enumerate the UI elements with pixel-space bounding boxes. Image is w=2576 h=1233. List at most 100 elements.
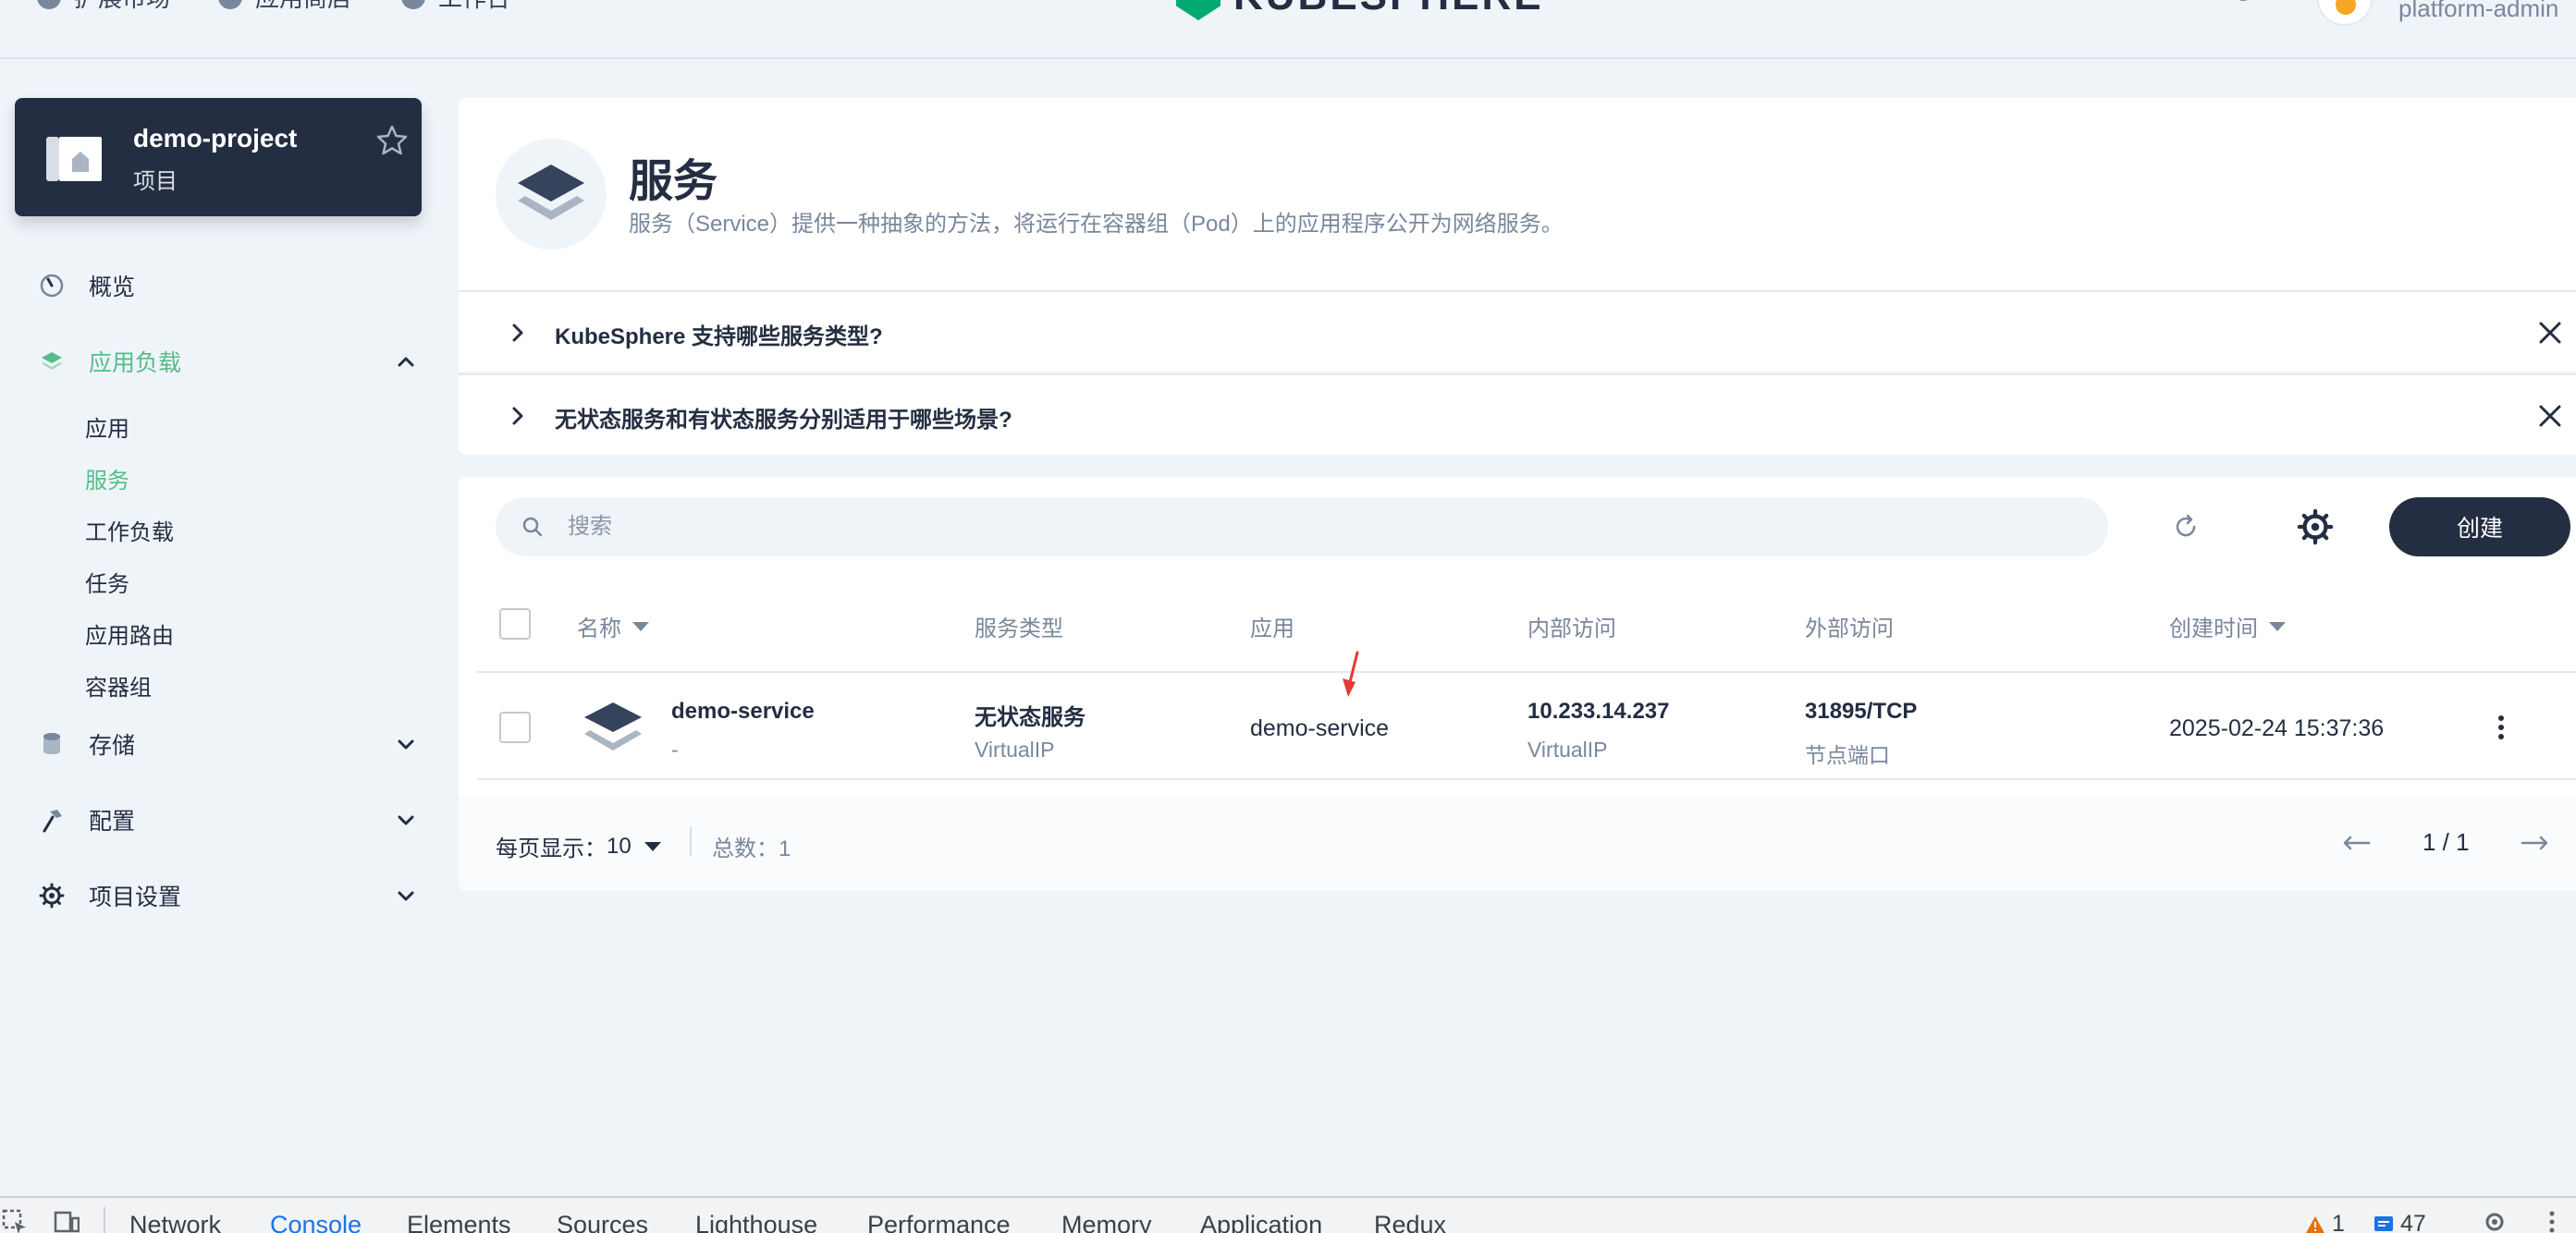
faq-item[interactable]: 无状态服务和有状态服务分别适用于哪些场景? [459, 373, 2576, 455]
search-bar[interactable] [496, 497, 2108, 556]
column-header-created[interactable]: 创建时间 [2169, 610, 2286, 642]
devtools-tab-network[interactable]: Network [129, 1211, 221, 1233]
page-size-label: 每页显示： [496, 836, 607, 861]
internal-access-ip: 10.233.14.237 [1527, 699, 1670, 724]
devtools-tab-redux[interactable]: Redux [1374, 1211, 1446, 1233]
sidebar-item-config[interactable]: 配置 [0, 797, 435, 843]
faq-question: KubeSphere 支持哪些服务类型? [555, 324, 883, 349]
close-icon[interactable] [2537, 320, 2563, 346]
devtools-settings-icon[interactable] [2482, 1209, 2508, 1233]
chevron-right-icon [512, 324, 523, 342]
refresh-icon[interactable] [2169, 510, 2202, 543]
sort-caret-icon [2269, 621, 2286, 631]
page-indicator: 1 / 1 [2423, 828, 2470, 856]
grid-icon[interactable] [2119, 0, 2145, 4]
warning-icon [2306, 1215, 2325, 1233]
page-title: 服务 [629, 157, 718, 206]
table-settings-icon[interactable] [2297, 508, 2334, 545]
nav-workbench-label: 工作台 [438, 0, 510, 14]
devtools-tab-elements[interactable]: Elements [407, 1211, 511, 1233]
avatar[interactable] [2317, 0, 2373, 26]
chevron-down-icon [398, 739, 414, 750]
divider [104, 1207, 105, 1233]
column-label: 内部访问 [1527, 616, 1616, 641]
sidebar-item-label: 概览 [89, 275, 136, 300]
devtools-tab-sources[interactable]: Sources [557, 1211, 648, 1233]
service-icon [518, 165, 584, 220]
sidebar-item-label: 应用负载 [89, 350, 182, 376]
devtools-tabbar: Network Console Elements Sources Lightho… [0, 1196, 2576, 1233]
database-icon [43, 733, 60, 754]
nav-extensions-label: 扩展市场 [74, 0, 170, 14]
settings-icon[interactable] [2230, 0, 2256, 4]
workbench-icon [401, 0, 425, 9]
column-label: 名称 [577, 616, 621, 641]
service-name-link[interactable]: demo-service [671, 699, 815, 725]
username[interactable]: platform-admin [2398, 0, 2558, 23]
sidebar-subitem-services[interactable]: 服务 [85, 462, 129, 494]
message-icon [2374, 1215, 2393, 1231]
nav-app-store[interactable]: 应用商店 [218, 0, 351, 14]
sidebar-subitem-jobs[interactable]: 任务 [85, 566, 129, 598]
star-icon[interactable] [375, 124, 409, 157]
column-header-type: 服务类型 [975, 610, 1063, 642]
sidebar-item-label: 存储 [89, 733, 136, 759]
sidebar-subitem-routes[interactable]: 应用路由 [85, 617, 174, 650]
nav-workbench[interactable]: 工作台 [401, 0, 510, 14]
devtools-tab-application[interactable]: Application [1200, 1211, 1322, 1233]
sidebar-subitem-pods[interactable]: 容器组 [85, 669, 152, 702]
devtools-tab-performance[interactable]: Performance [867, 1211, 1011, 1233]
messages-badge[interactable]: 47 [2373, 1211, 2426, 1233]
external-access-sub: 节点端口 [1805, 743, 1890, 767]
column-header-name[interactable]: 名称 [577, 610, 649, 642]
row-checkbox[interactable] [499, 712, 531, 743]
caret-down-icon [644, 841, 661, 851]
sidebar-subitem-workloads[interactable]: 工作负载 [85, 514, 174, 546]
devtools-tab-console[interactable]: Console [270, 1211, 362, 1233]
devtools-tab-memory[interactable]: Memory [1061, 1211, 1152, 1233]
project-type: 项目 [133, 169, 178, 194]
sidebar-item-storage[interactable]: 存储 [0, 721, 435, 767]
service-row-icon [584, 702, 642, 751]
device-toolbar-icon[interactable] [54, 1209, 80, 1233]
sidebar-item-label: 项目设置 [89, 885, 182, 910]
select-all-checkbox[interactable] [499, 608, 531, 640]
service-type: 无状态服务 [975, 705, 1086, 730]
chevron-right-icon [512, 407, 523, 425]
create-button[interactable]: 创建 [2389, 497, 2570, 556]
sidebar-subitem-apps[interactable]: 应用 [85, 410, 129, 443]
sidebar-item-label: 配置 [89, 809, 136, 835]
prev-page-icon[interactable] [2341, 832, 2371, 854]
page-size-select[interactable]: 每页显示： 10 [496, 830, 661, 862]
search-input[interactable] [568, 508, 2047, 545]
close-icon[interactable] [2537, 403, 2563, 429]
service-table-panel: 创建 名称 服务类型 应用 内部访问 外部访问 创建时间 demo-s [459, 477, 2576, 891]
more-actions-icon[interactable] [2487, 714, 2515, 741]
chevron-down-icon [398, 891, 414, 901]
page-header: 服务 服务（Service）提供一种抽象的方法，将运行在容器组（Pod）上的应用… [459, 98, 2576, 290]
external-access-port: 31895/TCP [1805, 699, 1918, 724]
column-label: 应用 [1250, 616, 1294, 641]
devtools-more-icon[interactable] [2539, 1209, 2565, 1233]
divider [690, 826, 692, 856]
gear-icon [39, 883, 65, 909]
service-header-icon-wrap [496, 139, 607, 250]
service-name-sub: - [671, 738, 679, 762]
page-size-value: 10 [607, 833, 632, 859]
devtools-tab-lighthouse[interactable]: Lighthouse [695, 1211, 817, 1233]
column-label: 服务类型 [975, 616, 1063, 641]
table-row[interactable]: demo-service - 无状态服务 VirtualIP demo-serv… [477, 675, 2576, 780]
inspect-element-icon[interactable] [2, 1209, 28, 1233]
next-page-icon[interactable] [2521, 832, 2550, 854]
warnings-badge[interactable]: 1 [2304, 1211, 2345, 1233]
faq-item[interactable]: KubeSphere 支持哪些服务类型? [459, 290, 2576, 372]
kubesphere-logo[interactable]: KUBESPHERE [1176, 0, 1544, 20]
sidebar-item-app-workloads[interactable]: 应用负载 [0, 338, 435, 385]
sidebar-item-project-settings[interactable]: 项目设置 [0, 873, 435, 919]
nav-extensions[interactable]: 扩展市场 [37, 0, 170, 14]
chevron-up-icon [398, 357, 414, 367]
sidebar-item-overview[interactable]: 概览 [0, 262, 435, 309]
page-description: 服务（Service）提供一种抽象的方法，将运行在容器组（Pod）上的应用程序公… [629, 212, 1564, 237]
warnings-count: 1 [2332, 1211, 2345, 1233]
project-card[interactable]: demo-project 项目 [15, 98, 422, 216]
